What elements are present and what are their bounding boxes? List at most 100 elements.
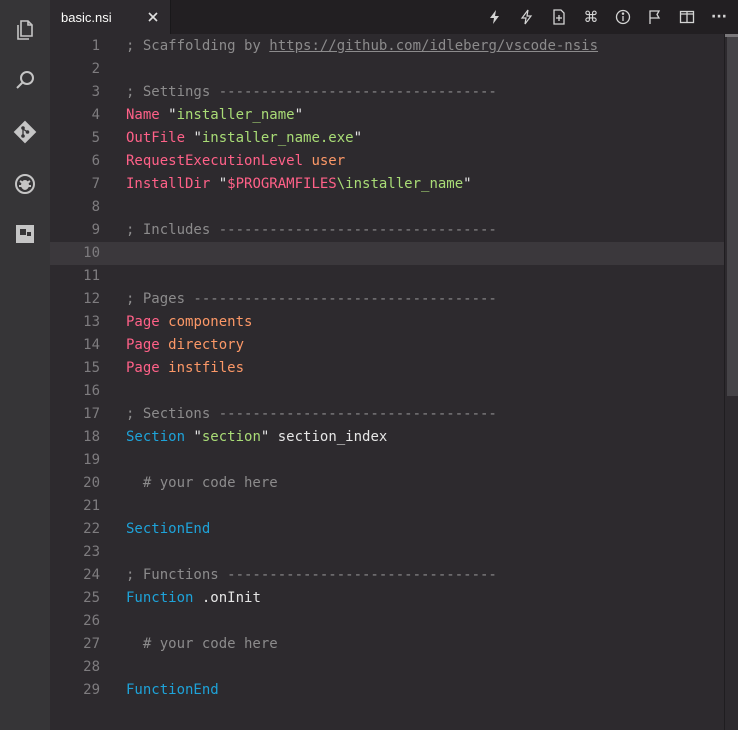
line-code: ; Scaffolding by https://github.com/idle… <box>126 35 598 58</box>
code-editor[interactable]: 1 ; Scaffolding by https://github.com/idl… <box>50 34 738 730</box>
code-line[interactable]: 22 SectionEnd <box>50 518 738 541</box>
flag-icon[interactable] <box>644 6 666 28</box>
line-code: ; Sections -----------------------------… <box>126 403 497 426</box>
line-number: 22 <box>83 521 100 537</box>
code-token: components <box>168 314 253 330</box>
line-code: ; Includes -----------------------------… <box>126 219 497 242</box>
search-icon[interactable] <box>0 60 50 100</box>
code-line[interactable]: 14 Page directory <box>50 334 738 357</box>
code-token: .onInit <box>193 590 261 606</box>
more-glyph: ··· <box>711 9 727 25</box>
info-icon[interactable] <box>612 6 634 28</box>
code-line[interactable]: 6 RequestExecutionLevel user <box>50 150 738 173</box>
line-number: 28 <box>83 659 100 675</box>
code-line[interactable]: 18 Section "section" section_index <box>50 426 738 449</box>
code-token: Page <box>126 360 160 376</box>
code-token[interactable]: https://github.com/idleberg/vscode-nsis <box>269 38 598 54</box>
command-glyph: ⌘ <box>583 8 599 26</box>
debug-icon[interactable] <box>0 164 50 204</box>
line-code: ; Pages --------------------------------… <box>126 288 497 311</box>
line-number: 8 <box>91 199 100 215</box>
code-line[interactable]: 1 ; Scaffolding by https://github.com/idl… <box>50 35 738 58</box>
code-line[interactable]: 26 <box>50 610 738 633</box>
line-number: 10 <box>83 245 100 261</box>
line-number: 29 <box>83 682 100 698</box>
line-number: 12 <box>83 291 100 307</box>
lightning-outline-icon[interactable] <box>516 6 538 28</box>
vertical-scrollbar[interactable] <box>724 34 738 730</box>
extensions-icon[interactable] <box>0 214 50 254</box>
code-token: instfiles <box>168 360 245 376</box>
code-line[interactable]: 25 Function .onInit <box>50 587 738 610</box>
code-token: ; Settings -----------------------------… <box>126 84 497 100</box>
code-line[interactable]: 13 Page components <box>50 311 738 334</box>
code-token: " <box>210 176 228 192</box>
code-line[interactable]: 23 <box>50 541 738 564</box>
scrollbar-thumb[interactable] <box>727 34 738 396</box>
code-token: " section_index <box>260 429 388 445</box>
file-add-icon[interactable] <box>548 6 570 28</box>
tab-basic-nsi[interactable]: basic.nsi <box>50 0 171 34</box>
code-line[interactable]: 27 # your code here <box>50 633 738 656</box>
code-line[interactable]: 9 ; Includes ----------------------------… <box>50 219 738 242</box>
line-number: 24 <box>83 567 100 583</box>
more-icon[interactable]: ··· <box>708 6 730 28</box>
code-line[interactable]: 28 <box>50 656 738 679</box>
line-code: # your code here <box>126 633 278 656</box>
code-token: RequestExecutionLevel <box>126 153 304 169</box>
code-line[interactable]: 17 ; Sections ---------------------------… <box>50 403 738 426</box>
code-line[interactable]: 11 <box>50 265 738 288</box>
line-code: Page components <box>126 311 252 334</box>
split-editor-icon[interactable] <box>676 6 698 28</box>
code-line[interactable]: 19 <box>50 449 738 472</box>
code-line[interactable]: 5 OutFile "installer_name.exe" <box>50 127 738 150</box>
code-token: " <box>294 107 304 123</box>
code-token: Name <box>126 107 160 123</box>
line-number: 17 <box>83 406 100 422</box>
code-token: InstallDir <box>126 176 211 192</box>
code-token: # your code here <box>126 475 278 491</box>
code-token: OutFile <box>126 130 186 146</box>
line-number: 26 <box>83 613 100 629</box>
code-token: # your code here <box>126 636 278 652</box>
files-icon[interactable] <box>0 10 50 50</box>
code-line[interactable]: 24 ; Functions --------------------------… <box>50 564 738 587</box>
editor-toolbar: ⌘ ··· <box>484 0 730 34</box>
code-token: ; Sections -----------------------------… <box>126 406 497 422</box>
line-number: 21 <box>83 498 100 514</box>
code-line[interactable]: 4 Name "installer_name" <box>50 104 738 127</box>
code-token: Function <box>126 590 194 606</box>
line-number: 13 <box>83 314 100 330</box>
code-line[interactable]: 2 <box>50 58 738 81</box>
line-code: # your code here <box>126 472 278 495</box>
code-line[interactable]: 29 FunctionEnd <box>50 679 738 702</box>
close-icon[interactable] <box>146 10 160 24</box>
code-line[interactable]: 12 ; Pages ------------------------------… <box>50 288 738 311</box>
line-number: 11 <box>83 268 100 284</box>
git-icon[interactable] <box>0 112 50 152</box>
code-line[interactable]: 7 InstallDir "$PROGRAMFILES\installer_nam… <box>50 173 738 196</box>
code-line[interactable]: 21 <box>50 495 738 518</box>
code-line[interactable]: 15 Page instfiles <box>50 357 738 380</box>
lightning-icon[interactable] <box>484 6 506 28</box>
line-number: 20 <box>83 475 100 491</box>
tab-title: basic.nsi <box>61 10 112 25</box>
code-line[interactable]: 3 ; Settings ----------------------------… <box>50 81 738 104</box>
code-token: ; Includes -----------------------------… <box>126 222 497 238</box>
code-token: $PROGRAMFILES <box>227 176 337 192</box>
code-line[interactable]: 10 <box>50 242 738 265</box>
code-token: Page <box>126 337 160 353</box>
line-number: 14 <box>83 337 100 353</box>
activity-bar <box>0 0 50 730</box>
code-line[interactable]: 16 <box>50 380 738 403</box>
line-code: Name "installer_name" <box>126 104 303 127</box>
code-line[interactable]: 8 <box>50 196 738 219</box>
code-line[interactable]: 20 # your code here <box>50 472 738 495</box>
command-icon[interactable]: ⌘ <box>580 6 602 28</box>
code-token: installer_name <box>176 107 295 123</box>
code-token: ; Scaffolding by <box>126 38 270 54</box>
line-code: Function .onInit <box>126 587 261 610</box>
line-code: FunctionEnd <box>126 679 219 702</box>
